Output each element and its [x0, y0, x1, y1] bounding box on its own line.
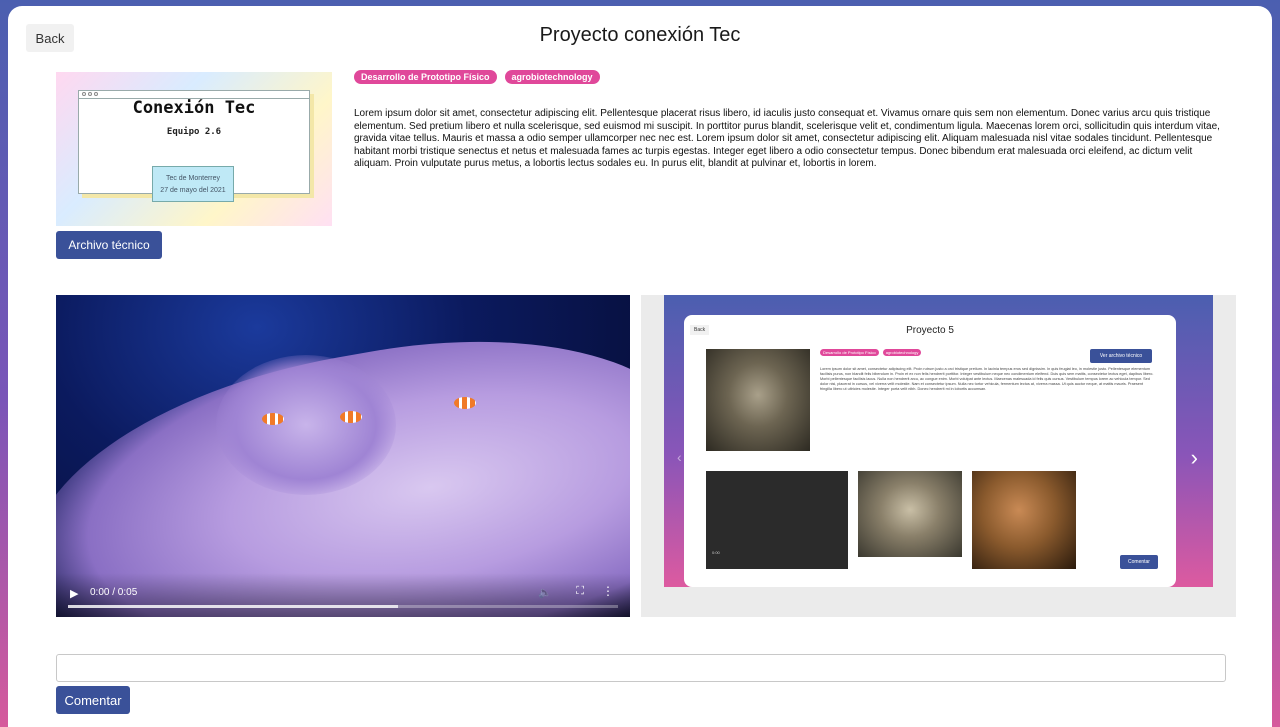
cover-badge-line1: Tec de Monterrey — [165, 174, 221, 182]
project-card: Back Proyecto conexión Tec Conexión Tec … — [8, 6, 1272, 727]
cover-image: Conexión Tec Equipo 2.6 Tec de Monterrey… — [56, 72, 332, 226]
slide-video: 0:00 — [706, 471, 848, 569]
clownfish — [340, 411, 362, 423]
video-time: 0:00 / 0:05 — [90, 587, 138, 598]
page-title: Proyecto conexión Tec — [539, 24, 741, 46]
video-player[interactable]: ▶ 0:00 / 0:05 🔈 ⛶ ⋮ — [56, 295, 630, 617]
cover-badge: Tec de Monterrey 27 de mayo del 2021 — [152, 166, 234, 202]
technical-file-button[interactable]: Archivo técnico — [56, 231, 162, 259]
slide-image — [858, 471, 962, 557]
clownfish — [262, 413, 284, 425]
comment-input[interactable] — [56, 654, 1226, 682]
slide-cover-image — [706, 349, 810, 451]
slide-comment-button: Comentar — [1120, 555, 1158, 569]
image-carousel: Back Proyecto 5 Desarrollo de Prototipo … — [641, 295, 1236, 617]
carousel-slide: Back Proyecto 5 Desarrollo de Prototipo … — [664, 295, 1213, 587]
slide-image — [972, 471, 1076, 569]
comment-button[interactable]: Comentar — [56, 686, 130, 714]
video-frame-anemone-tuft — [216, 355, 396, 495]
slide-project-card: Back Proyecto 5 Desarrollo de Prototipo … — [684, 315, 1176, 587]
slide-tech-button: Ver archivo técnico — [1090, 349, 1152, 363]
slide-title: Proyecto 5 — [906, 325, 954, 336]
more-options-icon[interactable]: ⋮ — [602, 584, 614, 598]
slide-tag: agrobiotechnology — [882, 349, 922, 356]
slide-tag: Desarrollo de Prototipo Físico — [820, 349, 879, 356]
clownfish — [454, 397, 476, 409]
tag-list: Desarrollo de Prototipo Físico agrobiote… — [354, 70, 600, 84]
slide-tag-list: Desarrollo de Prototipo Físico agrobiote… — [820, 349, 922, 356]
cover-title: Conexión Tec — [132, 98, 256, 118]
play-icon[interactable]: ▶ — [70, 587, 78, 600]
slide-description: Lorem ipsum dolor sit amet, consectetur … — [820, 367, 1154, 391]
slide-video-time: 0:00 — [712, 550, 720, 555]
tag-badge: Desarrollo de Prototipo Físico — [354, 70, 497, 84]
video-progress-fill — [68, 605, 398, 608]
carousel-prev-icon[interactable]: ‹ — [677, 449, 682, 465]
tag-badge: agrobiotechnology — [504, 70, 600, 84]
project-description: Lorem ipsum dolor sit amet, consectetur … — [354, 108, 1220, 170]
cover-subtitle: Equipo 2.6 — [166, 127, 222, 137]
fullscreen-icon[interactable]: ⛶ — [576, 585, 584, 598]
video-controls: ▶ 0:00 / 0:05 🔈 ⛶ ⋮ — [56, 573, 630, 617]
cover-badge-line2: 27 de mayo del 2021 — [160, 186, 226, 194]
volume-icon[interactable]: 🔈 — [538, 586, 552, 599]
carousel-next-icon[interactable]: › — [1191, 445, 1198, 471]
video-progress-bar[interactable] — [68, 605, 618, 608]
